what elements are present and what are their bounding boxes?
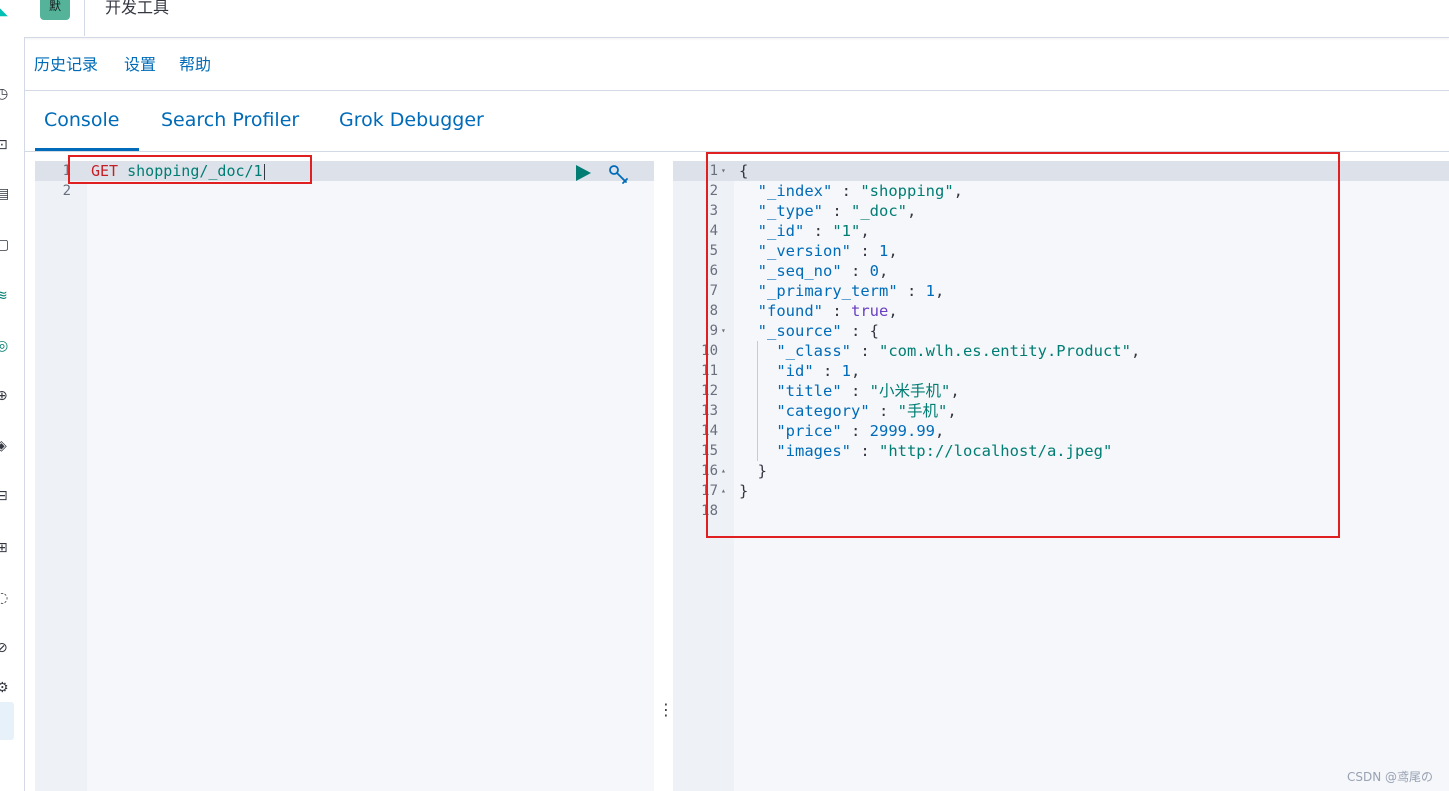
request-highlight-box (68, 155, 312, 184)
management-icon[interactable]: ⊘ (0, 640, 10, 658)
space-avatar[interactable]: 默 (40, 0, 70, 20)
maps-icon[interactable]: ≋ (0, 288, 10, 306)
wrench-icon[interactable] (607, 163, 631, 187)
request-line-number: 2 (62, 183, 71, 199)
canvas-icon[interactable]: ▢ (0, 237, 10, 255)
tab-search-profiler[interactable]: Search Profiler (161, 109, 299, 131)
watermark: CSDN @鸢尾の (1347, 770, 1434, 784)
observability-icon[interactable]: ⊕ (0, 388, 10, 406)
request-line-number: 1 (62, 163, 71, 179)
discover-icon[interactable]: ⊡ (0, 137, 10, 155)
dev-tools-menu: 历史记录 设置 帮助 (25, 38, 1449, 91)
breadcrumb-title: 开发工具 (105, 0, 170, 17)
kibana-logo-icon[interactable]: ◣ (0, 0, 8, 19)
ml-icon[interactable]: ◎ (0, 338, 10, 356)
menu-history-link[interactable]: 历史记录 (34, 51, 98, 75)
response-highlight-box (706, 152, 1340, 538)
top-header: ◣ 默 开发工具 (0, 0, 1449, 38)
request-editor[interactable]: 1 2 GET shopping/_doc/1 (35, 161, 654, 791)
tab-console[interactable]: Console (44, 109, 119, 131)
dev-tools-tabs: Console Search Profiler Grok Debugger (25, 91, 1449, 152)
dashboard-icon[interactable]: ▤ (0, 186, 10, 204)
header-divider (84, 0, 85, 36)
panel-resize-handle[interactable]: ⋮ (658, 700, 674, 720)
side-nav-rail: ◷ ⊡ ▤ ▢ ≋ ◎ ⊕ ◈ ⊟ ⊞ ◌ ⊘ ⚙ (0, 37, 25, 791)
fleet-icon[interactable]: ⊟ (0, 488, 10, 506)
active-tab-indicator (35, 148, 139, 151)
menu-settings-link[interactable]: 设置 (124, 51, 156, 75)
menu-help-link[interactable]: 帮助 (179, 51, 211, 75)
send-request-button[interactable] (576, 165, 591, 181)
clock-icon[interactable]: ◷ (0, 86, 10, 104)
tab-grok-debugger[interactable]: Grok Debugger (339, 109, 484, 131)
dev-tools-icon[interactable]: ◌ (0, 590, 10, 608)
security-icon[interactable]: ◈ (0, 438, 10, 456)
request-gutter (35, 161, 87, 791)
stack-icon[interactable]: ⊞ (0, 540, 10, 558)
rail-selected-indicator (0, 702, 14, 740)
settings-icon[interactable]: ⚙ (0, 680, 10, 698)
